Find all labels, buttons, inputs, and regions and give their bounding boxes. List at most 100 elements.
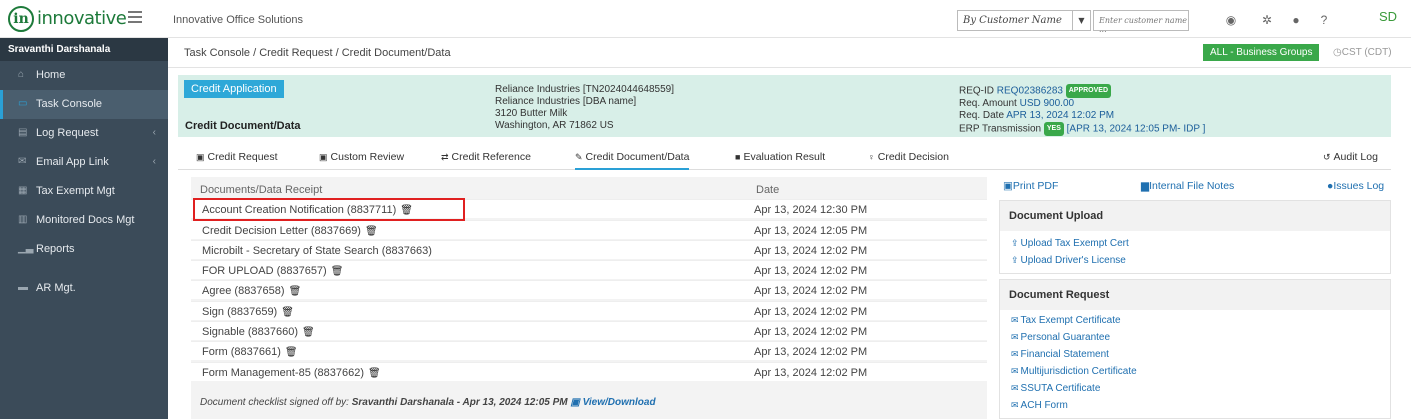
document-link[interactable]: Credit Decision Letter (8837669) 🗑 — [202, 225, 378, 237]
document-date: Apr 13, 2024 12:02 PM — [754, 245, 868, 257]
request-link[interactable]: ✉ Financial Statement — [1000, 346, 1390, 363]
notes-icon: ▆ — [1141, 180, 1150, 192]
table-row[interactable]: Sign (8837659) 🗑 Apr 13, 2024 12:02 PM — [191, 301, 987, 320]
sidebar-item-log-request[interactable]: ▤ Log Request ‹ — [0, 119, 168, 148]
exchange-icon: ⇄ — [441, 152, 449, 162]
sidebar-item-label: Home — [36, 69, 66, 81]
table-row[interactable]: Microbilt - Secretary of State Search (8… — [191, 240, 987, 259]
internal-file-notes-link[interactable]: ▆Internal File Notes — [1141, 180, 1234, 192]
highlight-box — [193, 198, 465, 221]
document-date: Apr 13, 2024 12:02 PM — [754, 367, 868, 379]
sidebar-item-label: Reports — [36, 243, 75, 255]
document-link[interactable]: Signable (8837660) 🗑 — [202, 326, 315, 338]
credit-application-badge[interactable]: Credit Application — [184, 80, 284, 98]
document-name: Form (8837661) — [202, 346, 281, 358]
print-pdf-link[interactable]: ▣Print PDF — [1003, 180, 1058, 192]
document-name: Sign (8837659) — [202, 306, 278, 318]
business-group-badge[interactable]: ALL - Business Groups — [1203, 44, 1320, 61]
tab-label: Credit Document/Data — [585, 151, 690, 163]
document-name: Form Management-85 (8837662) — [202, 367, 365, 379]
trash-icon[interactable]: 🗑 — [331, 266, 344, 277]
customer-search-input[interactable]: Enter customer name ... — [1093, 10, 1189, 34]
breadcrumb-bar: Task Console / Credit Request / Credit D… — [168, 38, 1411, 68]
document-icon: ▣ — [196, 152, 205, 162]
tab-label: Custom Review — [330, 151, 405, 163]
sidebar-item-email-app-link[interactable]: ✉ Email App Link ‹ — [0, 148, 168, 177]
upload-label: Upload Driver's License — [1020, 255, 1126, 266]
sidebar-item-home[interactable]: ⌂ Home — [0, 61, 168, 90]
trash-icon[interactable]: 🗑 — [365, 226, 378, 237]
chevron-left-icon: ‹ — [152, 127, 156, 138]
audit-log-link[interactable]: ↺ Audit Log — [1323, 151, 1378, 170]
table-row[interactable]: Form (8837661) 🗑 Apr 13, 2024 12:02 PM — [191, 341, 987, 360]
request-label: Tax Exempt Certificate — [1020, 315, 1121, 326]
table-row[interactable]: Credit Decision Letter (8837669) 🗑 Apr 13,… — [191, 220, 987, 239]
trash-icon[interactable]: 🗑 — [285, 347, 298, 358]
sidebar-item-label: Tax Exempt Mgt — [36, 185, 115, 197]
table-row[interactable]: Form Management-85 (8837662) 🗑 Apr 13, 202… — [191, 362, 987, 381]
request-link[interactable]: ✉ Tax Exempt Certificate — [1000, 312, 1390, 329]
document-link[interactable]: FOR UPLOAD (8837657) 🗑 — [202, 265, 343, 277]
upload-link[interactable]: ⇪ Upload Driver's License — [1000, 252, 1390, 269]
sidebar-item-ar-mgt[interactable]: ▬ AR Mgt. — [0, 274, 168, 303]
sidebar-item-monitored-docs-mgt[interactable]: ▥ Monitored Docs Mgt — [0, 206, 168, 235]
breadcrumb[interactable]: Task Console / Credit Request / Credit D… — [184, 47, 451, 59]
column-header-date: Date — [756, 184, 780, 196]
sidebar-item-tax-exempt-mgt[interactable]: ▦ Tax Exempt Mgt — [0, 177, 168, 206]
req-id-label: REQ-ID — [959, 85, 994, 97]
document-link[interactable]: Agree (8837658) 🗑 — [202, 285, 301, 297]
trash-icon[interactable]: 🗑 — [281, 307, 294, 318]
chat-icon[interactable]: ● — [1287, 11, 1305, 29]
clock-icon: ◷ — [1333, 47, 1342, 58]
gear-icon[interactable]: ✲ — [1258, 11, 1276, 29]
top-bar: in innovative Innovative Office Solution… — [0, 0, 1411, 38]
dashboard-icon[interactable]: ◉ — [1222, 11, 1240, 29]
trash-icon[interactable]: 🗑 — [289, 286, 302, 297]
address-line: Reliance Industries [TN2024044648559] — [495, 84, 675, 95]
customer-address: Reliance Industries [TN2024044648559] Re… — [495, 84, 674, 132]
upload-link[interactable]: ⇪ Upload Tax Exempt Cert — [1000, 235, 1390, 252]
view-download-link[interactable]: ▣ View/Download — [570, 397, 655, 408]
hamburger-menu-icon[interactable] — [128, 11, 142, 23]
document-date: Apr 13, 2024 12:30 PM — [754, 204, 868, 216]
envelope-icon: ✉ — [1011, 349, 1019, 359]
search-type-select[interactable]: By Customer Name ▼ — [957, 10, 1091, 31]
trash-icon[interactable]: 🗑 — [368, 368, 381, 379]
request-link[interactable]: ✉ ACH Form — [1000, 397, 1390, 414]
sidebar-item-reports[interactable]: ▁▃ Reports — [0, 235, 168, 264]
print-pdf-label: Print PDF — [1012, 180, 1059, 192]
trash-icon[interactable]: 🗑 — [302, 327, 315, 338]
issues-log-label: Issues Log — [1333, 180, 1385, 192]
tab-credit-document-data[interactable]: ✎ Credit Document/Data — [575, 151, 690, 170]
issues-log-link[interactable]: ●Issues Log — [1327, 180, 1384, 192]
document-link[interactable]: Form (8837661) 🗑 — [202, 346, 298, 358]
document-name: FOR UPLOAD (8837657) — [202, 265, 327, 277]
request-link[interactable]: ✉ Multijurisdiction Certificate — [1000, 363, 1390, 380]
document-date: Apr 13, 2024 12:02 PM — [754, 285, 868, 297]
request-link[interactable]: ✉ Personal Guarantee — [1000, 329, 1390, 346]
tab-credit-request[interactable]: ▣ Credit Request — [196, 151, 278, 170]
request-link[interactable]: ✉ SSUTA Certificate — [1000, 380, 1390, 397]
table-row[interactable]: FOR UPLOAD (8837657) 🗑 Apr 13, 2024 12:02 … — [191, 260, 987, 279]
request-label: ACH Form — [1020, 400, 1068, 411]
user-avatar[interactable]: SD — [1379, 9, 1397, 24]
tab-custom-review[interactable]: ▣ Custom Review — [319, 151, 404, 170]
envelope-icon: ✉ — [1011, 366, 1019, 376]
sidebar-item-task-console[interactable]: ▭ Task Console — [0, 90, 168, 119]
tab-evaluation-result[interactable]: ■ Evaluation Result — [735, 151, 825, 170]
tab-credit-reference[interactable]: ⇄ Credit Reference — [441, 151, 531, 170]
document-link[interactable]: Microbilt - Secretary of State Search (8… — [202, 245, 432, 257]
request-header: Credit Application Credit Document/Data … — [178, 75, 1391, 137]
document-icon: ▣ — [319, 152, 328, 162]
tab-credit-decision[interactable]: ♀ Credit Decision — [868, 151, 949, 170]
upload-icon: ⇪ — [1011, 238, 1019, 248]
table-row[interactable]: Signable (8837660) 🗑 Apr 13, 2024 12:02 PM — [191, 321, 987, 340]
erp-status-badge: YES — [1043, 122, 1064, 136]
tab-label: Credit Request — [207, 151, 278, 163]
table-row[interactable]: Agree (8837658) 🗑 Apr 13, 2024 12:02 PM — [191, 280, 987, 299]
logo[interactable]: in innovative — [8, 5, 127, 32]
document-link[interactable]: Sign (8837659) 🗑 — [202, 306, 294, 318]
help-icon[interactable]: ? — [1315, 11, 1333, 29]
history-icon: ↺ — [1323, 152, 1331, 162]
document-link[interactable]: Form Management-85 (8837662) 🗑 — [202, 367, 381, 379]
